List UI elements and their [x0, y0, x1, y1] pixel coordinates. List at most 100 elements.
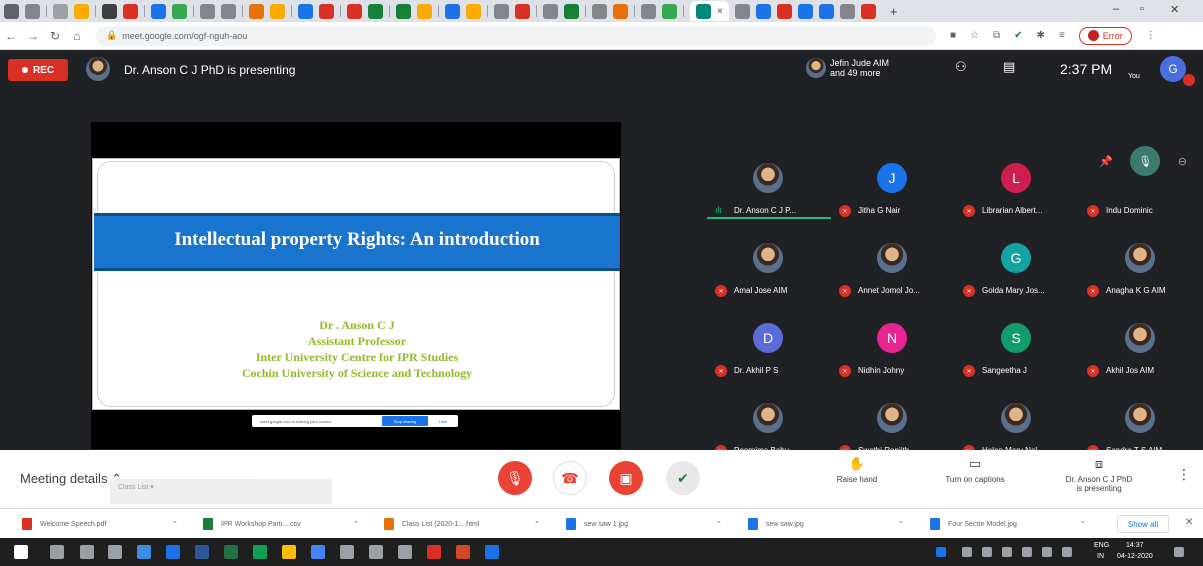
- chevron-up-icon[interactable]: ⌃: [534, 517, 540, 531]
- battery-icon[interactable]: [982, 547, 992, 557]
- browser-tab-icon[interactable]: [123, 3, 138, 19]
- browser-tab-icon[interactable]: [592, 3, 607, 19]
- participant-tile[interactable]: ✕Poornima Babu...: [707, 377, 831, 457]
- browser-tab-icon[interactable]: [319, 3, 334, 19]
- download-item[interactable]: sew saw.jpg: [748, 517, 804, 531]
- app-icon[interactable]: [340, 545, 354, 559]
- maximize-window-button[interactable]: ▫: [1140, 3, 1144, 15]
- close-window-button[interactable]: ✕: [1170, 3, 1179, 16]
- participant-tile[interactable]: S ✕ Sangeetha J: [955, 297, 1079, 377]
- browser-tab-icon[interactable]: [270, 3, 285, 19]
- file-explorer-icon[interactable]: [166, 545, 180, 559]
- browser-tab-icon[interactable]: [734, 3, 750, 19]
- class-list-popup[interactable]: Class List ▾: [110, 479, 332, 504]
- pdf-icon[interactable]: [427, 545, 441, 559]
- puzzle-icon[interactable]: ✱: [1037, 30, 1045, 41]
- chevron-up-icon[interactable]: ⌃: [172, 517, 178, 531]
- app-icon[interactable]: [137, 545, 151, 559]
- windows-start-icon[interactable]: [14, 545, 28, 559]
- browser-tab-icon[interactable]: [755, 3, 771, 19]
- search-icon[interactable]: [50, 545, 64, 559]
- chat-icon[interactable]: ▤: [1003, 59, 1015, 75]
- attendance-check-button[interactable]: ✔: [666, 461, 700, 495]
- meet-icon[interactable]: [485, 545, 499, 559]
- participant-tile[interactable]: G ✕ Golda Mary Jos...: [955, 217, 1079, 297]
- browser-tab-icon[interactable]: [818, 3, 834, 19]
- download-item[interactable]: Welcome Speech.pdf: [22, 517, 106, 531]
- settings-icon[interactable]: [369, 545, 383, 559]
- meeting-details-button[interactable]: Meeting details ⌃: [20, 471, 122, 487]
- hide-notice-button[interactable]: Hide: [434, 416, 452, 426]
- participant-tile[interactable]: D ✕ Dr. Akhil P S: [707, 297, 831, 377]
- language-indicator[interactable]: ENG: [1094, 542, 1109, 549]
- wifi-icon[interactable]: [1002, 547, 1012, 557]
- participant-tile[interactable]: ✕ Akhil Jos AIM: [1079, 297, 1203, 377]
- participant-tile[interactable]: ✕Sandra T S AIM: [1079, 377, 1203, 457]
- browser-tab-icon[interactable]: [776, 3, 792, 19]
- browser-tab-icon[interactable]: [797, 3, 813, 19]
- download-item[interactable]: sew saw 1.jpg: [566, 517, 628, 531]
- chevron-up-icon[interactable]: ⌃: [898, 517, 904, 531]
- browser-tab-icon[interactable]: [641, 3, 656, 19]
- app-icon[interactable]: [398, 545, 412, 559]
- participant-tile[interactable]: ✕ Amal Jose AIM: [707, 217, 831, 297]
- browser-tab-icon[interactable]: [172, 3, 187, 19]
- browser-tab-icon[interactable]: [151, 3, 166, 19]
- show-all-downloads-button[interactable]: Show all: [1117, 515, 1169, 533]
- chevron-up-icon[interactable]: ⌃: [1080, 517, 1086, 531]
- home-icon[interactable]: ⌂: [66, 29, 88, 43]
- chrome-icon[interactable]: [282, 545, 296, 559]
- new-tab-button[interactable]: +: [890, 4, 898, 19]
- raise-hand-button[interactable]: ✋ Raise hand: [818, 456, 896, 484]
- browser-tab-icon[interactable]: [221, 3, 236, 19]
- browser-tab-icon[interactable]: [515, 3, 530, 19]
- people-summary[interactable]: Jefin Jude AIM and 49 more: [830, 58, 889, 78]
- browser-tab-icon[interactable]: [613, 3, 628, 19]
- keyboard-icon[interactable]: [1062, 547, 1072, 557]
- profile-button[interactable]: Error: [1078, 26, 1132, 45]
- chevron-up-icon[interactable]: ⌃: [716, 517, 722, 531]
- excel-icon[interactable]: [224, 545, 238, 559]
- volume-icon[interactable]: [1022, 547, 1032, 557]
- chevron-up-icon[interactable]: ⌃: [353, 517, 359, 531]
- remove-icon[interactable]: ⊖: [1178, 155, 1187, 168]
- edge-icon[interactable]: [253, 545, 267, 559]
- browser-tab-icon[interactable]: [4, 3, 19, 19]
- show-hidden-icons[interactable]: [962, 547, 972, 557]
- presenting-status-button[interactable]: ⧈ Dr. Anson C J PhD is presenting: [1060, 456, 1138, 493]
- camera-indicator-icon[interactable]: ■: [950, 30, 956, 41]
- browser-tab-icon[interactable]: [564, 3, 579, 19]
- browser-tab-icon[interactable]: [662, 3, 677, 19]
- stop-sharing-button[interactable]: Stop sharing: [382, 416, 428, 426]
- browser-tab-icon[interactable]: [200, 3, 215, 19]
- download-item[interactable]: Class List (2020-1....html: [384, 517, 479, 531]
- download-item[interactable]: IPR Workshop Parti....csv: [203, 517, 301, 531]
- browser-tab-icon[interactable]: [298, 3, 313, 19]
- address-bar[interactable]: 🔒 meet.google.com/ogf-nguh-aou: [96, 25, 936, 46]
- leave-call-button[interactable]: ☎: [553, 461, 587, 495]
- mic-toggle-button[interactable]: 🎙: [498, 461, 532, 495]
- browser-tab-icon[interactable]: [25, 3, 40, 19]
- camera-toggle-button[interactable]: ▣: [609, 461, 643, 495]
- reading-list-icon[interactable]: ≡: [1059, 30, 1065, 41]
- extension-icon[interactable]: ⧉: [993, 30, 1000, 41]
- browser-tab-icon[interactable]: [249, 3, 264, 19]
- browser-tab-icon[interactable]: [74, 3, 89, 19]
- browser-tab-icon[interactable]: [543, 3, 558, 19]
- checkmark-extension-icon[interactable]: ✔: [1014, 30, 1022, 41]
- participant-tile[interactable]: J ✕ Jitha G Nair: [831, 137, 955, 217]
- pin-icon[interactable]: 📌: [1099, 155, 1113, 168]
- cortana-icon[interactable]: [80, 545, 94, 559]
- powerpoint-icon[interactable]: [456, 545, 470, 559]
- browser-tab-icon[interactable]: [839, 3, 855, 19]
- mail-icon[interactable]: [311, 545, 325, 559]
- participant-tile[interactable]: ✕Swathi Renjith ...: [831, 377, 955, 457]
- minimize-window-button[interactable]: –: [1113, 3, 1119, 15]
- browser-tab-icon[interactable]: [860, 3, 876, 19]
- notification-icon[interactable]: [1174, 547, 1184, 557]
- menu-kebab-icon[interactable]: ⋮: [1146, 30, 1156, 41]
- close-tab-icon[interactable]: ×: [717, 6, 723, 17]
- display-icon[interactable]: [1042, 547, 1052, 557]
- people-icon[interactable]: ⚇: [955, 59, 967, 75]
- browser-tab-icon[interactable]: [396, 3, 411, 19]
